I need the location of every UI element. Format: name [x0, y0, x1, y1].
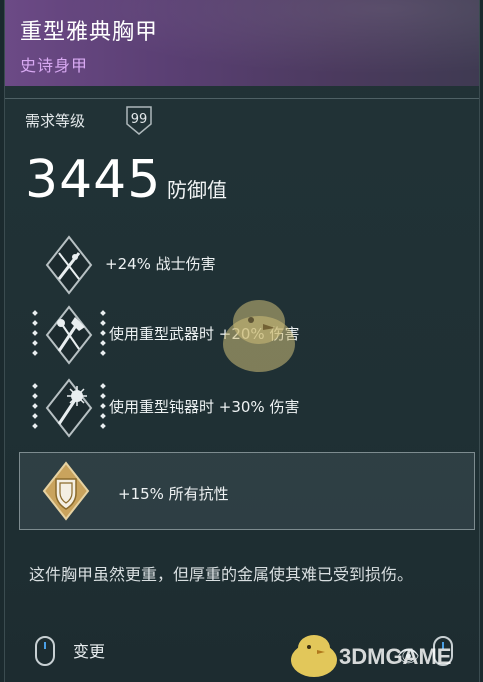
warrior-damage-icon: [45, 235, 93, 295]
shield-icon: [42, 461, 90, 521]
watermark-mascot-icon: [223, 300, 295, 372]
required-level-badge: 99: [123, 104, 155, 136]
item-name: 重型雅典胸甲: [20, 20, 159, 45]
perk-text: 使用重型钝器时 +30% 伤害: [109, 398, 300, 416]
item-description: 这件胸甲虽然更重，但厚重的金属使其难已受到损伤。: [29, 565, 414, 584]
perk-bracket-right: [100, 383, 106, 429]
heavy-weapon-icon: [45, 305, 93, 365]
change-action-label[interactable]: 变更: [73, 638, 105, 662]
armor-unit-label: 防御值: [167, 178, 227, 202]
blunt-weapon-icon: [45, 378, 93, 438]
item-header: 重型雅典胸甲 史诗身甲: [5, 0, 479, 86]
item-tooltip-card: 重型雅典胸甲 史诗身甲 需求等级 99 3445 防御值 +24% 战士伤害 使…: [4, 0, 480, 682]
perk-row: +24% 战士伤害: [25, 235, 465, 295]
perk-row: 使用重型钝器时 +30% 伤害: [25, 378, 465, 438]
perk-bracket-right: [100, 310, 106, 356]
mouse-left-click-icon: [35, 636, 55, 666]
armor-value: 3445: [25, 150, 162, 210]
resistance-row: +15% 所有抗性: [19, 452, 475, 530]
eye-icon[interactable]: 👁: [397, 646, 420, 667]
required-level-label: 需求等级: [25, 112, 86, 130]
watermark-logo-mascot-icon: [291, 635, 337, 677]
resistance-text: +15% 所有抗性: [118, 485, 229, 503]
perk-text: +24% 战士伤害: [105, 255, 216, 273]
required-level-value: 99: [130, 112, 148, 127]
item-rarity: 史诗身甲: [20, 56, 89, 75]
perk-bracket-left: [32, 310, 38, 356]
perk-bracket-left: [32, 383, 38, 429]
header-divider: [5, 98, 479, 99]
watermark-text: 3DMGAME: [339, 644, 452, 669]
